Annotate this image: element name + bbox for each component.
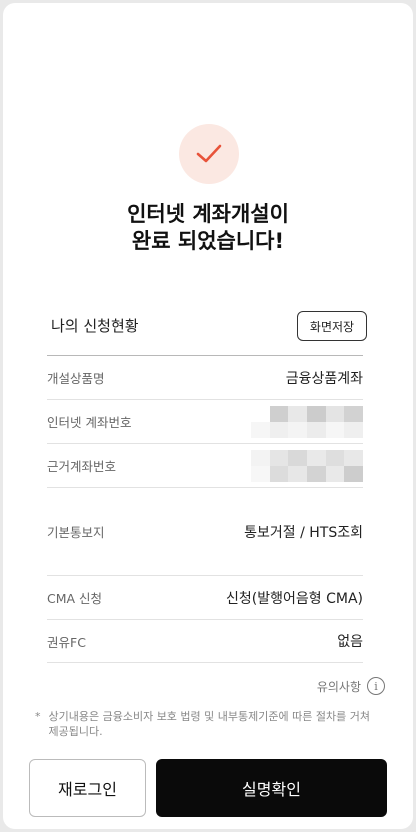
notice-link[interactable]: 유의사항 i [317, 677, 385, 695]
bottom-action-bar: 재로그인 실명확인 [29, 759, 387, 817]
table-row: CMA 신청 신청(발행어음형 CMA) [47, 575, 363, 619]
section-title: 나의 신청현황 [51, 317, 139, 335]
table-row: 개설상품명 금융상품계좌 [47, 355, 363, 399]
check-icon [196, 144, 222, 163]
masked-account-number [251, 406, 363, 438]
row-label: 개설상품명 [47, 371, 105, 386]
headline-line-2: 완료 되었습니다! [131, 229, 285, 253]
row-label: CMA 신청 [47, 591, 103, 606]
table-row: 권유FC 없음 [47, 619, 363, 663]
table-row: 인터넷 계좌번호 [47, 399, 363, 443]
completion-headline: 인터넷 계좌개설이 완료 되었습니다! [3, 201, 413, 255]
row-value: 통보거절 / HTS조회 [244, 524, 363, 541]
relogin-button[interactable]: 재로그인 [29, 759, 146, 817]
row-value: 금융상품계좌 [285, 370, 363, 387]
save-screen-button[interactable]: 화면저장 [297, 311, 367, 341]
application-status-table: 개설상품명 금융상품계좌 인터넷 계좌번호 근거계좌번호 기본통보지 통보거절 … [47, 355, 363, 663]
row-value: 신청(발행어음형 CMA) [226, 590, 363, 607]
success-badge [179, 124, 239, 184]
masked-account-number [251, 450, 363, 482]
notice-label: 유의사항 [316, 679, 361, 694]
headline-line-1: 인터넷 계좌개설이 [127, 202, 289, 226]
completion-screen: 인터넷 계좌개설이 완료 되었습니다! 나의 신청현황 화면저장 개설상품명 금… [3, 3, 413, 829]
info-icon[interactable]: i [367, 677, 385, 695]
verify-identity-button[interactable]: 실명확인 [156, 759, 387, 817]
row-value: 없음 [337, 634, 363, 650]
table-row: 근거계좌번호 [47, 443, 363, 487]
row-label: 권유FC [47, 634, 86, 650]
row-label: 인터넷 계좌번호 [47, 415, 132, 430]
disclaimer-text: 상기내용은 금융소비자 보호 법령 및 내부통제기준에 따른 절차를 거쳐 제공… [48, 710, 370, 738]
table-row: 기본통보지 통보거절 / HTS조회 [47, 487, 363, 575]
disclaimer: * 상기내용은 금융소비자 보호 법령 및 내부통제기준에 따른 절차를 거쳐 … [35, 709, 375, 739]
disclaimer-bullet: * [35, 710, 41, 723]
row-label: 근거계좌번호 [47, 459, 117, 474]
row-label: 기본통보지 [47, 525, 105, 540]
